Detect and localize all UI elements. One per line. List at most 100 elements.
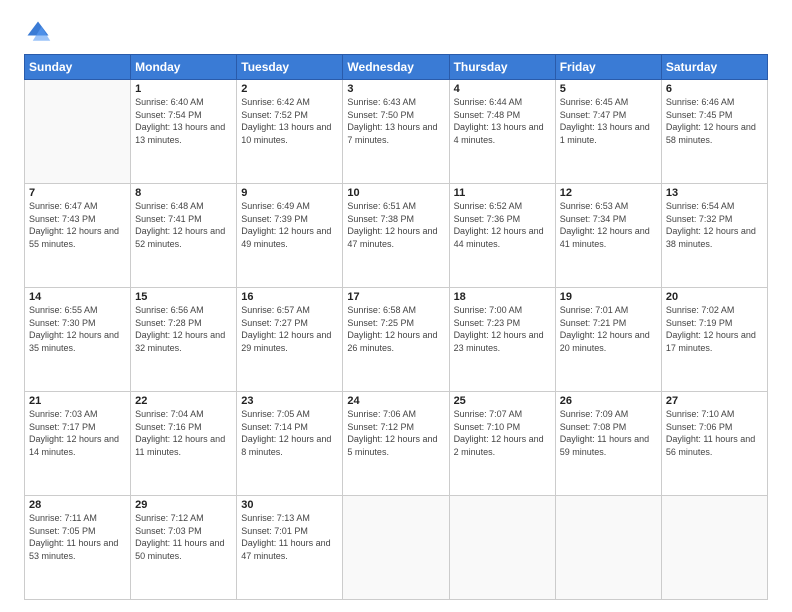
day-number: 26 — [560, 395, 657, 407]
day-number: 6 — [666, 83, 763, 95]
calendar-week-3: 14Sunrise: 6:55 AMSunset: 7:30 PMDayligh… — [25, 288, 768, 392]
day-info: Sunrise: 6:48 AMSunset: 7:41 PMDaylight:… — [135, 200, 232, 250]
calendar-week-1: 1Sunrise: 6:40 AMSunset: 7:54 PMDaylight… — [25, 80, 768, 184]
day-info: Sunrise: 6:57 AMSunset: 7:27 PMDaylight:… — [241, 304, 338, 354]
day-info: Sunrise: 7:02 AMSunset: 7:19 PMDaylight:… — [666, 304, 763, 354]
day-info: Sunrise: 6:40 AMSunset: 7:54 PMDaylight:… — [135, 96, 232, 146]
calendar-header-tuesday: Tuesday — [237, 55, 343, 80]
calendar-cell: 12Sunrise: 6:53 AMSunset: 7:34 PMDayligh… — [555, 184, 661, 288]
calendar-cell: 30Sunrise: 7:13 AMSunset: 7:01 PMDayligh… — [237, 496, 343, 600]
day-number: 9 — [241, 187, 338, 199]
day-info: Sunrise: 7:09 AMSunset: 7:08 PMDaylight:… — [560, 408, 657, 458]
day-number: 11 — [454, 187, 551, 199]
calendar-cell: 1Sunrise: 6:40 AMSunset: 7:54 PMDaylight… — [131, 80, 237, 184]
day-number: 22 — [135, 395, 232, 407]
day-number: 1 — [135, 83, 232, 95]
day-number: 30 — [241, 499, 338, 511]
day-info: Sunrise: 7:10 AMSunset: 7:06 PMDaylight:… — [666, 408, 763, 458]
day-number: 20 — [666, 291, 763, 303]
logo-icon — [24, 18, 52, 46]
day-number: 19 — [560, 291, 657, 303]
day-info: Sunrise: 7:11 AMSunset: 7:05 PMDaylight:… — [29, 512, 126, 562]
calendar-header-monday: Monday — [131, 55, 237, 80]
calendar-cell: 17Sunrise: 6:58 AMSunset: 7:25 PMDayligh… — [343, 288, 449, 392]
day-info: Sunrise: 6:58 AMSunset: 7:25 PMDaylight:… — [347, 304, 444, 354]
day-info: Sunrise: 7:01 AMSunset: 7:21 PMDaylight:… — [560, 304, 657, 354]
calendar-header-thursday: Thursday — [449, 55, 555, 80]
day-info: Sunrise: 7:05 AMSunset: 7:14 PMDaylight:… — [241, 408, 338, 458]
day-info: Sunrise: 7:03 AMSunset: 7:17 PMDaylight:… — [29, 408, 126, 458]
day-info: Sunrise: 6:42 AMSunset: 7:52 PMDaylight:… — [241, 96, 338, 146]
calendar-header-sunday: Sunday — [25, 55, 131, 80]
day-number: 15 — [135, 291, 232, 303]
calendar-cell: 3Sunrise: 6:43 AMSunset: 7:50 PMDaylight… — [343, 80, 449, 184]
calendar-cell — [343, 496, 449, 600]
calendar-cell: 13Sunrise: 6:54 AMSunset: 7:32 PMDayligh… — [661, 184, 767, 288]
day-number: 14 — [29, 291, 126, 303]
calendar-week-4: 21Sunrise: 7:03 AMSunset: 7:17 PMDayligh… — [25, 392, 768, 496]
day-info: Sunrise: 7:13 AMSunset: 7:01 PMDaylight:… — [241, 512, 338, 562]
day-number: 18 — [454, 291, 551, 303]
calendar-week-2: 7Sunrise: 6:47 AMSunset: 7:43 PMDaylight… — [25, 184, 768, 288]
calendar-cell: 16Sunrise: 6:57 AMSunset: 7:27 PMDayligh… — [237, 288, 343, 392]
calendar-cell: 4Sunrise: 6:44 AMSunset: 7:48 PMDaylight… — [449, 80, 555, 184]
calendar-cell — [555, 496, 661, 600]
day-info: Sunrise: 6:51 AMSunset: 7:38 PMDaylight:… — [347, 200, 444, 250]
day-number: 5 — [560, 83, 657, 95]
calendar-cell: 19Sunrise: 7:01 AMSunset: 7:21 PMDayligh… — [555, 288, 661, 392]
calendar-cell: 18Sunrise: 7:00 AMSunset: 7:23 PMDayligh… — [449, 288, 555, 392]
calendar-cell: 21Sunrise: 7:03 AMSunset: 7:17 PMDayligh… — [25, 392, 131, 496]
day-number: 4 — [454, 83, 551, 95]
calendar-cell: 9Sunrise: 6:49 AMSunset: 7:39 PMDaylight… — [237, 184, 343, 288]
day-info: Sunrise: 6:47 AMSunset: 7:43 PMDaylight:… — [29, 200, 126, 250]
calendar-cell: 26Sunrise: 7:09 AMSunset: 7:08 PMDayligh… — [555, 392, 661, 496]
page: SundayMondayTuesdayWednesdayThursdayFrid… — [0, 0, 792, 612]
day-info: Sunrise: 6:52 AMSunset: 7:36 PMDaylight:… — [454, 200, 551, 250]
day-info: Sunrise: 7:04 AMSunset: 7:16 PMDaylight:… — [135, 408, 232, 458]
calendar-cell — [661, 496, 767, 600]
calendar-cell: 23Sunrise: 7:05 AMSunset: 7:14 PMDayligh… — [237, 392, 343, 496]
calendar-cell: 11Sunrise: 6:52 AMSunset: 7:36 PMDayligh… — [449, 184, 555, 288]
calendar-cell: 15Sunrise: 6:56 AMSunset: 7:28 PMDayligh… — [131, 288, 237, 392]
calendar-cell: 27Sunrise: 7:10 AMSunset: 7:06 PMDayligh… — [661, 392, 767, 496]
calendar-cell: 20Sunrise: 7:02 AMSunset: 7:19 PMDayligh… — [661, 288, 767, 392]
day-number: 13 — [666, 187, 763, 199]
day-info: Sunrise: 6:44 AMSunset: 7:48 PMDaylight:… — [454, 96, 551, 146]
calendar-cell: 6Sunrise: 6:46 AMSunset: 7:45 PMDaylight… — [661, 80, 767, 184]
calendar-header-wednesday: Wednesday — [343, 55, 449, 80]
day-info: Sunrise: 6:53 AMSunset: 7:34 PMDaylight:… — [560, 200, 657, 250]
calendar-cell: 10Sunrise: 6:51 AMSunset: 7:38 PMDayligh… — [343, 184, 449, 288]
day-number: 29 — [135, 499, 232, 511]
calendar-cell: 8Sunrise: 6:48 AMSunset: 7:41 PMDaylight… — [131, 184, 237, 288]
day-info: Sunrise: 7:12 AMSunset: 7:03 PMDaylight:… — [135, 512, 232, 562]
day-info: Sunrise: 7:06 AMSunset: 7:12 PMDaylight:… — [347, 408, 444, 458]
calendar-header-saturday: Saturday — [661, 55, 767, 80]
day-number: 17 — [347, 291, 444, 303]
day-number: 12 — [560, 187, 657, 199]
day-number: 21 — [29, 395, 126, 407]
calendar-header-friday: Friday — [555, 55, 661, 80]
calendar-cell: 24Sunrise: 7:06 AMSunset: 7:12 PMDayligh… — [343, 392, 449, 496]
day-number: 25 — [454, 395, 551, 407]
day-number: 8 — [135, 187, 232, 199]
day-number: 23 — [241, 395, 338, 407]
logo — [24, 18, 56, 46]
day-info: Sunrise: 7:00 AMSunset: 7:23 PMDaylight:… — [454, 304, 551, 354]
day-info: Sunrise: 6:43 AMSunset: 7:50 PMDaylight:… — [347, 96, 444, 146]
day-info: Sunrise: 6:55 AMSunset: 7:30 PMDaylight:… — [29, 304, 126, 354]
calendar-header-row: SundayMondayTuesdayWednesdayThursdayFrid… — [25, 55, 768, 80]
day-info: Sunrise: 6:46 AMSunset: 7:45 PMDaylight:… — [666, 96, 763, 146]
day-info: Sunrise: 7:07 AMSunset: 7:10 PMDaylight:… — [454, 408, 551, 458]
day-number: 7 — [29, 187, 126, 199]
calendar-cell — [449, 496, 555, 600]
calendar-cell: 22Sunrise: 7:04 AMSunset: 7:16 PMDayligh… — [131, 392, 237, 496]
day-number: 3 — [347, 83, 444, 95]
day-info: Sunrise: 6:56 AMSunset: 7:28 PMDaylight:… — [135, 304, 232, 354]
day-number: 24 — [347, 395, 444, 407]
day-number: 2 — [241, 83, 338, 95]
day-number: 16 — [241, 291, 338, 303]
calendar-cell: 14Sunrise: 6:55 AMSunset: 7:30 PMDayligh… — [25, 288, 131, 392]
day-info: Sunrise: 6:54 AMSunset: 7:32 PMDaylight:… — [666, 200, 763, 250]
header — [24, 18, 768, 46]
day-info: Sunrise: 6:49 AMSunset: 7:39 PMDaylight:… — [241, 200, 338, 250]
